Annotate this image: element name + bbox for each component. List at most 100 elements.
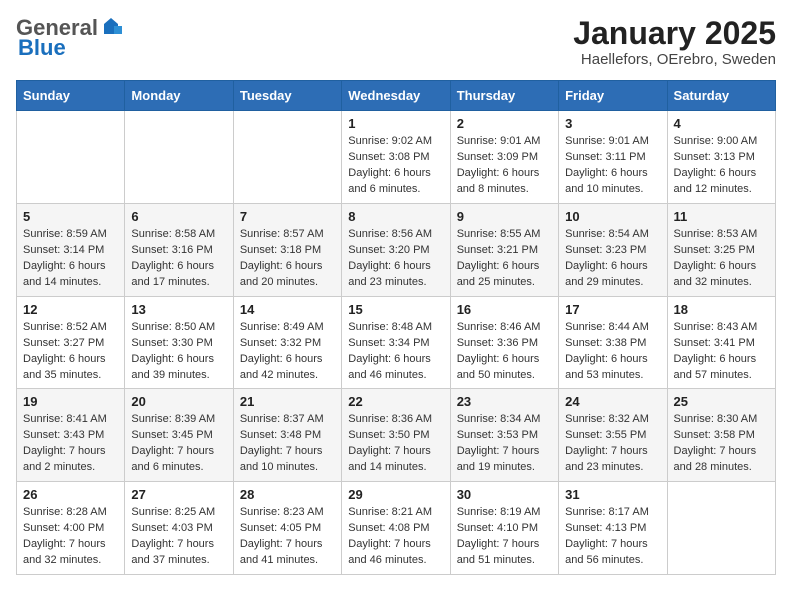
- day-info: Sunrise: 8:59 AM Sunset: 3:14 PM Dayligh…: [23, 227, 118, 291]
- day-header-monday: Monday: [125, 81, 233, 111]
- day-number: 25: [674, 394, 769, 409]
- day-number: 26: [23, 487, 118, 502]
- calendar-cell: [667, 482, 775, 575]
- day-info: Sunrise: 8:23 AM Sunset: 4:05 PM Dayligh…: [240, 505, 335, 569]
- calendar-cell: 12Sunrise: 8:52 AM Sunset: 3:27 PM Dayli…: [17, 296, 125, 389]
- calendar-cell: 1 Sunrise: 9:02 AM Sunset: 3:08 PM Daylig…: [342, 111, 450, 204]
- day-info: Sunrise: 8:25 AM Sunset: 4:03 PM Dayligh…: [131, 505, 226, 569]
- day-info: Sunrise: 8:50 AM Sunset: 3:30 PM Dayligh…: [131, 320, 226, 384]
- day-number: 30: [457, 487, 552, 502]
- day-info: Sunrise: 8:36 AM Sunset: 3:50 PM Dayligh…: [348, 412, 443, 476]
- day-number: 8: [348, 209, 443, 224]
- day-header-wednesday: Wednesday: [342, 81, 450, 111]
- day-info: Sunrise: 8:19 AM Sunset: 4:10 PM Dayligh…: [457, 505, 552, 569]
- day-info: Sunrise: 8:57 AM Sunset: 3:18 PM Dayligh…: [240, 227, 335, 291]
- day-number: 28: [240, 487, 335, 502]
- calendar-cell: 18 Sunrise: 8:43 AM Sunset: 3:41 PM Dayli…: [667, 296, 775, 389]
- day-number: 6: [131, 209, 226, 224]
- day-header-tuesday: Tuesday: [233, 81, 341, 111]
- week-row-3: 12Sunrise: 8:52 AM Sunset: 3:27 PM Dayli…: [17, 296, 776, 389]
- day-info: Sunrise: 8:53 AM Sunset: 3:25 PM Dayligh…: [674, 227, 769, 291]
- day-info: Sunrise: 8:21 AM Sunset: 4:08 PM Dayligh…: [348, 505, 443, 569]
- day-number: 2: [457, 116, 552, 131]
- location-title: Haellefors, OErebro, Sweden: [573, 51, 776, 68]
- day-number: 18: [674, 302, 769, 317]
- calendar-cell: 9Sunrise: 8:55 AM Sunset: 3:21 PM Daylig…: [450, 203, 558, 296]
- day-info: Sunrise: 8:46 AM Sunset: 3:36 PM Dayligh…: [457, 320, 552, 384]
- day-info: Sunrise: 9:01 AM Sunset: 3:09 PM Dayligh…: [457, 134, 552, 198]
- day-info: Sunrise: 8:44 AM Sunset: 3:38 PM Dayligh…: [565, 320, 660, 384]
- week-row-5: 26 Sunrise: 8:28 AM Sunset: 4:00 PM Dayli…: [17, 482, 776, 575]
- day-header-thursday: Thursday: [450, 81, 558, 111]
- month-title: January 2025: [573, 16, 776, 51]
- day-number: 21: [240, 394, 335, 409]
- day-info: Sunrise: 8:41 AM Sunset: 3:43 PM Dayligh…: [23, 412, 118, 476]
- day-info: Sunrise: 8:48 AM Sunset: 3:34 PM Dayligh…: [348, 320, 443, 384]
- day-number: 4: [674, 116, 769, 131]
- calendar-cell: 17 Sunrise: 8:44 AM Sunset: 3:38 PM Dayli…: [559, 296, 667, 389]
- day-header-sunday: Sunday: [17, 81, 125, 111]
- day-number: 10: [565, 209, 660, 224]
- day-info: Sunrise: 8:39 AM Sunset: 3:45 PM Dayligh…: [131, 412, 226, 476]
- calendar-cell: 24Sunrise: 8:32 AM Sunset: 3:55 PM Dayli…: [559, 389, 667, 482]
- calendar-cell: 11 Sunrise: 8:53 AM Sunset: 3:25 PM Dayli…: [667, 203, 775, 296]
- day-info: Sunrise: 9:01 AM Sunset: 3:11 PM Dayligh…: [565, 134, 660, 198]
- day-info: Sunrise: 8:52 AM Sunset: 3:27 PM Dayligh…: [23, 320, 118, 384]
- calendar-cell: 10 Sunrise: 8:54 AM Sunset: 3:23 PM Dayli…: [559, 203, 667, 296]
- day-number: 29: [348, 487, 443, 502]
- calendar-cell: 20 Sunrise: 8:39 AM Sunset: 3:45 PM Dayli…: [125, 389, 233, 482]
- day-info: Sunrise: 8:49 AM Sunset: 3:32 PM Dayligh…: [240, 320, 335, 384]
- calendar-cell: [125, 111, 233, 204]
- day-info: Sunrise: 8:43 AM Sunset: 3:41 PM Dayligh…: [674, 320, 769, 384]
- day-info: Sunrise: 8:30 AM Sunset: 3:58 PM Dayligh…: [674, 412, 769, 476]
- calendar-cell: 13Sunrise: 8:50 AM Sunset: 3:30 PM Dayli…: [125, 296, 233, 389]
- calendar-cell: 5 Sunrise: 8:59 AM Sunset: 3:14 PM Daylig…: [17, 203, 125, 296]
- day-number: 14: [240, 302, 335, 317]
- day-info: Sunrise: 8:17 AM Sunset: 4:13 PM Dayligh…: [565, 505, 660, 569]
- day-number: 20: [131, 394, 226, 409]
- logo-blue: Blue: [18, 36, 66, 60]
- page-header: General Blue January 2025 Haellefors, OE…: [16, 16, 776, 68]
- day-number: 23: [457, 394, 552, 409]
- day-number: 3: [565, 116, 660, 131]
- day-number: 19: [23, 394, 118, 409]
- calendar-cell: 16 Sunrise: 8:46 AM Sunset: 3:36 PM Dayli…: [450, 296, 558, 389]
- calendar-cell: 4 Sunrise: 9:00 AM Sunset: 3:13 PM Daylig…: [667, 111, 775, 204]
- day-header-saturday: Saturday: [667, 81, 775, 111]
- day-info: Sunrise: 9:02 AM Sunset: 3:08 PM Dayligh…: [348, 134, 443, 198]
- day-number: 15: [348, 302, 443, 317]
- calendar-cell: 14 Sunrise: 8:49 AM Sunset: 3:32 PM Dayli…: [233, 296, 341, 389]
- day-number: 7: [240, 209, 335, 224]
- day-number: 16: [457, 302, 552, 317]
- week-row-4: 19 Sunrise: 8:41 AM Sunset: 3:43 PM Dayli…: [17, 389, 776, 482]
- day-number: 27: [131, 487, 226, 502]
- day-info: Sunrise: 8:58 AM Sunset: 3:16 PM Dayligh…: [131, 227, 226, 291]
- day-info: Sunrise: 8:55 AM Sunset: 3:21 PM Dayligh…: [457, 227, 552, 291]
- day-number: 24: [565, 394, 660, 409]
- calendar-cell: [17, 111, 125, 204]
- title-block: January 2025 Haellefors, OErebro, Sweden: [573, 16, 776, 68]
- day-header-friday: Friday: [559, 81, 667, 111]
- calendar-header-row: SundayMondayTuesdayWednesdayThursdayFrid…: [17, 81, 776, 111]
- day-number: 11: [674, 209, 769, 224]
- day-info: Sunrise: 9:00 AM Sunset: 3:13 PM Dayligh…: [674, 134, 769, 198]
- calendar-cell: 27 Sunrise: 8:25 AM Sunset: 4:03 PM Dayli…: [125, 482, 233, 575]
- day-number: 1: [348, 116, 443, 131]
- calendar-cell: 8 Sunrise: 8:56 AM Sunset: 3:20 PM Daylig…: [342, 203, 450, 296]
- calendar-cell: [233, 111, 341, 204]
- day-number: 17: [565, 302, 660, 317]
- day-info: Sunrise: 8:56 AM Sunset: 3:20 PM Dayligh…: [348, 227, 443, 291]
- day-number: 5: [23, 209, 118, 224]
- calendar-cell: 28 Sunrise: 8:23 AM Sunset: 4:05 PM Dayli…: [233, 482, 341, 575]
- day-info: Sunrise: 8:37 AM Sunset: 3:48 PM Dayligh…: [240, 412, 335, 476]
- calendar-cell: 6 Sunrise: 8:58 AM Sunset: 3:16 PM Daylig…: [125, 203, 233, 296]
- calendar-cell: 26 Sunrise: 8:28 AM Sunset: 4:00 PM Dayli…: [17, 482, 125, 575]
- calendar-cell: 30 Sunrise: 8:19 AM Sunset: 4:10 PM Dayli…: [450, 482, 558, 575]
- day-info: Sunrise: 8:34 AM Sunset: 3:53 PM Dayligh…: [457, 412, 552, 476]
- logo: General Blue: [16, 16, 122, 60]
- day-info: Sunrise: 8:54 AM Sunset: 3:23 PM Dayligh…: [565, 227, 660, 291]
- calendar-cell: 2 Sunrise: 9:01 AM Sunset: 3:09 PM Daylig…: [450, 111, 558, 204]
- day-info: Sunrise: 8:28 AM Sunset: 4:00 PM Dayligh…: [23, 505, 118, 569]
- calendar-cell: 15 Sunrise: 8:48 AM Sunset: 3:34 PM Dayli…: [342, 296, 450, 389]
- day-number: 22: [348, 394, 443, 409]
